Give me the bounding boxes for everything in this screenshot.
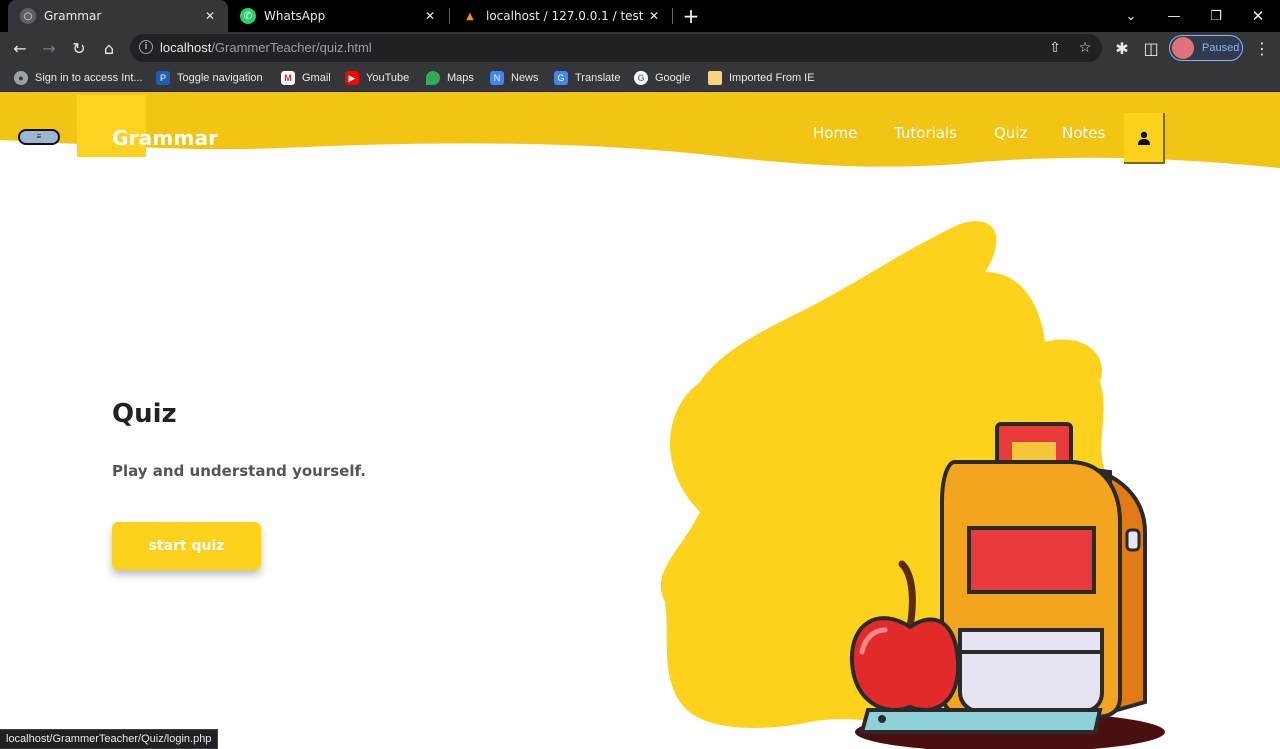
avatar (1172, 37, 1194, 59)
url-text[interactable]: localhost/GrammerTeacher/quiz.html (160, 40, 372, 55)
reload-icon[interactable]: ↻ (67, 36, 91, 60)
tab-label: localhost / 127.0.0.1 / test / stude (486, 9, 646, 23)
tab-label: WhatsApp (264, 9, 326, 23)
bookmark-label: Gmail (302, 72, 331, 84)
page-content: ☰ Grammar Home Tutorials Quiz Notes Quiz… (0, 92, 1280, 749)
gmail-icon: M (281, 71, 295, 85)
url-host: localhost (160, 40, 212, 55)
bookmark-item[interactable]: ▶ YouTube (345, 69, 409, 87)
nav-notes[interactable]: Notes (1062, 124, 1105, 142)
side-panel-icon[interactable]: ◫ (1139, 36, 1163, 60)
phpmyadmin-icon: ▲ (466, 10, 474, 22)
menu-icon[interactable]: ⋮ (1250, 36, 1274, 60)
tab-label: Grammar (44, 9, 102, 23)
nav-home[interactable]: Home (813, 124, 857, 142)
bookmark-label: Google (655, 72, 691, 84)
tab-search-icon[interactable]: ⌄ (1119, 4, 1143, 28)
profile-status: Paused (1202, 42, 1240, 54)
bookmark-label: Toggle navigation (177, 72, 263, 84)
close-tab-icon[interactable]: ✕ (422, 8, 438, 24)
bookmark-label: News (511, 72, 539, 84)
tab-phpmyadmin[interactable]: ▲ localhost / 127.0.0.1 / test / stude ✕ (450, 0, 672, 32)
translate-icon: G (554, 71, 568, 85)
share-icon[interactable]: ⇧ (1045, 38, 1065, 58)
user-icon (1137, 131, 1150, 145)
bookmark-label: Sign in to access Int... (35, 72, 143, 84)
bookmark-item[interactable]: G Google (634, 69, 690, 87)
status-bar-url: localhost/GrammerTeacher/Quiz/login.php (0, 729, 219, 749)
google-icon: G (634, 71, 648, 85)
page-subtitle: Play and understand yourself. (112, 462, 366, 480)
bookmark-item[interactable]: ● Sign in to access Int... (14, 69, 143, 87)
bookmark-star-icon[interactable]: ☆ (1075, 38, 1095, 58)
tab-strip: ○ Grammar ✕ ✆ WhatsApp ✕ ▲ localhost / 1… (0, 0, 1280, 32)
close-tab-icon[interactable]: ✕ (202, 8, 218, 24)
profile-button[interactable]: Paused (1169, 35, 1243, 61)
bookmark-item[interactable]: M Gmail (281, 69, 331, 87)
url-path: /GrammerTeacher/quiz.html (211, 40, 372, 55)
backpack-apple-illustration (660, 221, 1165, 749)
bookmark-label: Translate (575, 72, 621, 84)
nav-tutorials[interactable]: Tutorials (894, 124, 957, 142)
tab-separator (672, 8, 673, 24)
address-bar[interactable]: i localhost/GrammerTeacher/quiz.html ⇧ ☆ (130, 34, 1102, 62)
page-title: Quiz (112, 399, 177, 429)
back-icon[interactable]: ← (8, 36, 32, 60)
tab-grammar[interactable]: ○ Grammar ✕ (8, 0, 228, 32)
bookmark-item[interactable]: G Translate (554, 69, 620, 87)
brand-logo[interactable]: Grammar (112, 126, 218, 150)
restore-icon[interactable]: ❐ (1204, 4, 1228, 28)
close-tab-icon[interactable]: ✕ (646, 8, 662, 24)
extensions-icon[interactable]: ✱ (1110, 36, 1134, 60)
globe-icon: ○ (20, 8, 36, 24)
bookmarks-bar: ● Sign in to access Int... P Toggle naviga… (0, 64, 1280, 92)
bookmark-label: Maps (447, 72, 474, 84)
paypal-icon: P (156, 71, 170, 85)
home-icon[interactable]: ⌂ (97, 36, 121, 60)
bookmark-item[interactable]: N News (490, 69, 539, 87)
folder-icon (708, 71, 722, 85)
youtube-icon: ▶ (345, 71, 359, 85)
site-info-icon[interactable]: i (139, 40, 153, 54)
bookmark-item[interactable]: Imported From IE (708, 69, 815, 87)
user-account-button[interactable] (1124, 113, 1165, 164)
sidebar-toggle-button[interactable]: ☰ (18, 129, 60, 145)
bookmark-label: Imported From IE (729, 72, 815, 84)
new-tab-button[interactable]: + (681, 6, 701, 26)
news-icon: N (490, 71, 504, 85)
maps-icon (426, 71, 440, 85)
nav-quiz[interactable]: Quiz (994, 124, 1027, 142)
bookmark-item[interactable]: Maps (426, 69, 474, 87)
minimize-icon[interactable]: — (1162, 4, 1186, 28)
bookmark-item[interactable]: P Toggle navigation (156, 69, 263, 87)
forward-icon[interactable]: → (37, 36, 61, 60)
start-quiz-button[interactable]: start quiz (112, 522, 261, 570)
tab-whatsapp[interactable]: ✆ WhatsApp ✕ (228, 0, 448, 32)
close-window-icon[interactable]: ✕ (1246, 4, 1270, 28)
browser-toolbar: ← → ↻ ⌂ i localhost/GrammerTeacher/quiz.… (0, 32, 1280, 64)
whatsapp-icon: ✆ (240, 8, 256, 24)
globe-icon: ● (14, 71, 28, 85)
bookmark-label: YouTube (366, 72, 410, 84)
